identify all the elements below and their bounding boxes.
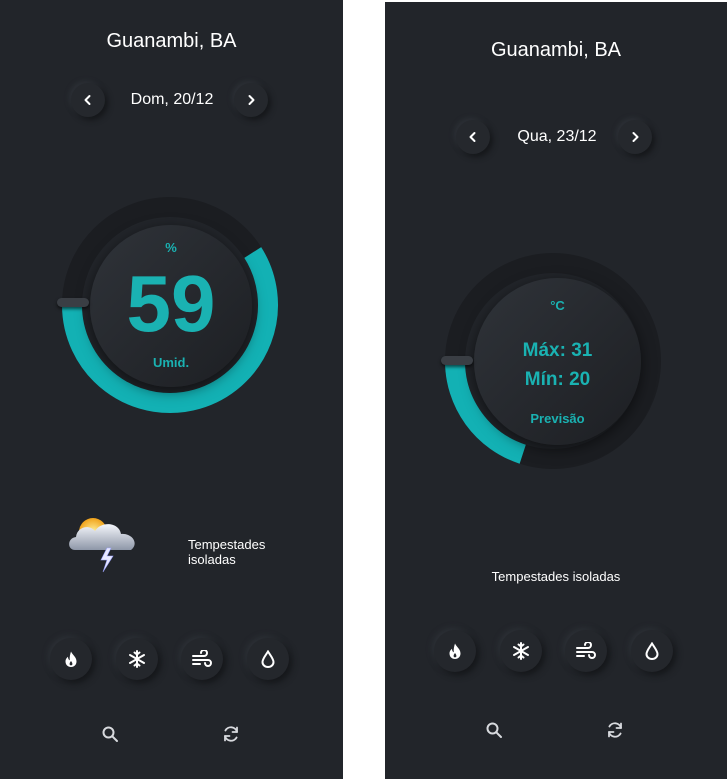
search-icon bbox=[102, 726, 118, 742]
humidity-gauge: % 59 Umid. bbox=[57, 195, 280, 415]
cold-button[interactable] bbox=[500, 630, 542, 672]
water-drop-icon bbox=[645, 642, 659, 660]
wind-button[interactable] bbox=[181, 638, 223, 680]
date-navigator: Qua, 23/12 bbox=[385, 120, 727, 154]
date-navigator: Dom, 20/12 bbox=[0, 83, 343, 117]
humidity-button[interactable] bbox=[631, 630, 673, 672]
weather-screen-1: Guanambi, BA Dom, 20/12 % 59 Umid. Tempe… bbox=[0, 0, 343, 779]
chevron-right-icon bbox=[632, 132, 639, 142]
chevron-left-icon bbox=[84, 95, 91, 105]
forecast-gauge: °C Máx: 31 Mín: 20 Previsão bbox=[441, 251, 663, 471]
max-temperature: Máx: 31 bbox=[522, 340, 593, 361]
flame-icon bbox=[449, 643, 461, 659]
storm-cloud-icon bbox=[63, 512, 143, 578]
weather-description: Tempestades isoladas bbox=[491, 569, 621, 584]
humidity-button[interactable] bbox=[247, 638, 289, 680]
search-button[interactable] bbox=[100, 724, 120, 744]
weather-description: Tempestades isoladas bbox=[188, 537, 266, 567]
cold-button[interactable] bbox=[116, 638, 158, 680]
gauge-value: 59 bbox=[126, 259, 216, 348]
wind-icon bbox=[192, 650, 212, 667]
gauge-handle[interactable] bbox=[441, 356, 473, 365]
wind-button[interactable] bbox=[565, 630, 607, 672]
refresh-icon bbox=[608, 722, 622, 738]
gauge-face: % 59 Umid. bbox=[90, 225, 252, 387]
previous-day-button[interactable] bbox=[71, 83, 105, 117]
refresh-button[interactable] bbox=[221, 724, 241, 744]
wind-icon bbox=[576, 642, 596, 659]
gauge-unit: % bbox=[165, 240, 177, 255]
weather-screen-2: Guanambi, BA Qua, 23/12 °C Máx: 31 Mín: … bbox=[385, 2, 727, 779]
chevron-left-icon bbox=[469, 132, 476, 142]
gauge-face: °C Máx: 31 Mín: 20 Previsão bbox=[474, 278, 641, 445]
next-day-button[interactable] bbox=[234, 83, 268, 117]
chevron-right-icon bbox=[248, 95, 255, 105]
refresh-icon bbox=[224, 726, 238, 742]
city-name: Guanambi, BA bbox=[490, 39, 622, 61]
min-temperature: Mín: 20 bbox=[524, 369, 591, 390]
selected-date: Qua, 23/12 bbox=[517, 128, 597, 145]
gauge-label: Umid. bbox=[152, 355, 190, 370]
gauge-unit: °C bbox=[550, 298, 565, 313]
gauge-label: Previsão bbox=[530, 411, 585, 426]
previous-day-button[interactable] bbox=[456, 120, 490, 154]
heat-button[interactable] bbox=[50, 638, 92, 680]
snowflake-icon bbox=[513, 642, 529, 660]
flame-icon bbox=[65, 651, 77, 667]
snowflake-icon bbox=[129, 650, 145, 668]
search-button[interactable] bbox=[484, 720, 504, 740]
gauge-handle[interactable] bbox=[57, 298, 89, 307]
city-name: Guanambi, BA bbox=[106, 30, 237, 52]
water-drop-icon bbox=[261, 650, 275, 668]
refresh-button[interactable] bbox=[605, 720, 625, 740]
next-day-button[interactable] bbox=[618, 120, 652, 154]
search-icon bbox=[486, 722, 502, 738]
selected-date: Dom, 20/12 bbox=[130, 91, 214, 108]
heat-button[interactable] bbox=[434, 630, 476, 672]
